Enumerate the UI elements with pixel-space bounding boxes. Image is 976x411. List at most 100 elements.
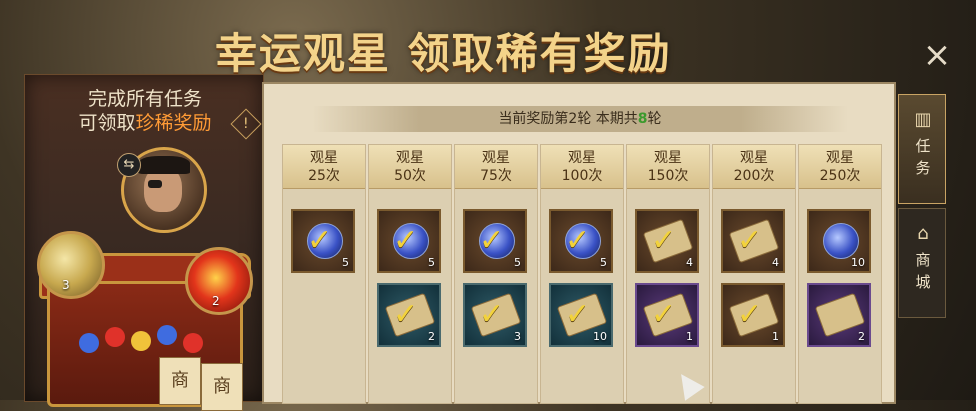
milestone-count: 75次 [480, 168, 512, 184]
reward-hint-line2: 可领取珍稀奖励 [45, 111, 245, 135]
reward-item[interactable]: ✓ 10 [549, 283, 613, 347]
check-icon: ✓ [479, 297, 505, 332]
gem-icon [131, 331, 151, 351]
milestone-label: 观星 [310, 150, 338, 166]
reward-item[interactable]: 10 [807, 209, 871, 273]
reward-hint-prefix: 可领取 [78, 112, 136, 134]
reward-item[interactable]: 2 [807, 283, 871, 347]
reward-quantity: 1 [686, 330, 693, 343]
check-icon: ✓ [393, 297, 419, 332]
gem-icon [183, 333, 203, 353]
check-icon: ✓ [479, 223, 505, 258]
milestone-header: 观星 200次 [713, 145, 795, 189]
milestone-count: 25次 [308, 168, 340, 184]
rare-reward-text: 珍稀奖励 [135, 112, 212, 134]
reward-quantity: 10 [851, 256, 865, 269]
exclamation-icon: ! [243, 116, 249, 132]
reward-quantity: 10 [593, 330, 607, 343]
reward-quantity: 3 [514, 330, 521, 343]
milestone-column: 观星 100次 ✓ 5 ✓ 10 [540, 144, 624, 404]
milestone-label: 观星 [482, 150, 510, 166]
milestone-count: 250次 [819, 168, 861, 184]
reward-quantity: 5 [514, 256, 521, 269]
tab-label: 任务 [915, 137, 931, 177]
milestone-label: 观星 [568, 150, 596, 166]
reward-preview-panel: 完成所有任务 可领取珍稀奖励 ! ⇆ 商 商 3 2 [24, 74, 264, 411]
reward-item[interactable]: ✓ 4 [721, 209, 785, 273]
milestone-column: 观星 75次 ✓ 5 ✓ 3 [454, 144, 538, 404]
milestone-header: 观星 25次 [283, 145, 365, 189]
reward-item[interactable]: ✓ 5 [463, 209, 527, 273]
round-info-suffix: 轮 [647, 111, 662, 127]
gold-orb-reward[interactable]: 3 [37, 231, 105, 299]
check-icon: ✓ [651, 223, 677, 258]
close-button[interactable]: × [922, 38, 952, 72]
milestone-column: 观星 250次 10 2 [798, 144, 882, 404]
milestone-header: 观星 150次 [627, 145, 709, 189]
reward-item[interactable]: ✓ 3 [463, 283, 527, 347]
milestone-label: 观星 [396, 150, 424, 166]
milestone-header: 观星 50次 [369, 145, 451, 189]
round-info-prefix: 当前奖励第2轮 本期共 [498, 111, 638, 127]
reward-hint: 完成所有任务 可领取珍稀奖励 [45, 87, 245, 135]
star-orb-icon [823, 223, 859, 259]
task-icon: ▥ [914, 109, 932, 130]
milestone-column: 观星 25次 ✓ 5 [282, 144, 366, 404]
check-icon: ✓ [737, 223, 763, 258]
reward-item[interactable]: ✓ 5 [291, 209, 355, 273]
milestone-count: 50次 [394, 168, 426, 184]
milestone-header: 观星 250次 [799, 145, 881, 189]
milestone-label: 观星 [826, 150, 854, 166]
reward-quantity: 2 [212, 294, 220, 308]
milestone-columns: 观星 25次 ✓ 5 观星 50次 ✓ 5 ✓ 2 观星 75次 ✓ 5 ✓ 3 观星 100次 ✓ 5 ✓ 10 观星 15… [282, 144, 882, 404]
gem-icon [105, 327, 125, 347]
check-icon: ✓ [307, 223, 333, 258]
reward-quantity: 5 [428, 256, 435, 269]
round-total: 8 [637, 111, 648, 127]
reward-item[interactable]: ✓ 2 [377, 283, 441, 347]
tab-label: 商城 [915, 251, 931, 291]
reward-item[interactable]: ✓ 4 [635, 209, 699, 273]
milestone-header: 观星 100次 [541, 145, 623, 189]
tab-task[interactable]: ▥ 任务 [898, 94, 946, 204]
reward-quantity: 3 [62, 278, 70, 292]
tab-shop[interactable]: ⌂ 商城 [898, 208, 946, 318]
reward-item[interactable]: ✓ 5 [377, 209, 441, 273]
reward-quantity: 5 [342, 256, 349, 269]
check-icon: ✓ [651, 297, 677, 332]
milestone-count: 100次 [561, 168, 603, 184]
close-icon: × [922, 35, 952, 75]
milestone-column: 观星 150次 ✓ 4 ✓ 1 [626, 144, 710, 404]
reward-quantity: 1 [772, 330, 779, 343]
eye-patch [148, 180, 162, 188]
shop-token-icon: 商 [201, 363, 243, 411]
event-title: 幸运观星 领取稀有奖励 [215, 29, 672, 78]
check-icon: ✓ [737, 297, 763, 332]
reward-quantity: 4 [686, 256, 693, 269]
event-title-banner: 幸运观星 领取稀有奖励 [0, 10, 976, 78]
check-icon: ✓ [565, 223, 591, 258]
reward-item[interactable]: ✓ 1 [721, 283, 785, 347]
gem-icon [157, 325, 177, 345]
round-info: 当前奖励第2轮 本期共8轮 [312, 106, 848, 132]
milestone-label: 观星 [654, 150, 682, 166]
milestone-column: 观星 50次 ✓ 5 ✓ 2 [368, 144, 452, 404]
milestone-rewards-panel: 当前奖励第2轮 本期共8轮 观星 25次 ✓ 5 观星 50次 ✓ 5 ✓ 2 观星 75次 ✓ 5 ✓ 3 观… [262, 82, 896, 404]
red-orb-reward[interactable]: 2 [185, 247, 253, 315]
reward-item[interactable]: ✓ 5 [549, 209, 613, 273]
check-icon: ✓ [565, 297, 591, 332]
milestone-count: 200次 [733, 168, 775, 184]
reward-hint-line1: 完成所有任务 [87, 88, 202, 110]
milestone-column: 观星 200次 ✓ 4 ✓ 1 [712, 144, 796, 404]
shop-token-icon: 商 [159, 357, 201, 405]
reward-quantity: 4 [772, 256, 779, 269]
reward-quantity: 5 [600, 256, 607, 269]
swap-icon[interactable]: ⇆ [117, 153, 141, 177]
milestone-header: 观星 75次 [455, 145, 537, 189]
shop-icon: ⌂ [917, 223, 929, 244]
milestone-count: 150次 [647, 168, 689, 184]
check-icon: ✓ [393, 223, 419, 258]
milestone-label: 观星 [740, 150, 768, 166]
gem-icon [79, 333, 99, 353]
reward-item[interactable]: ✓ 1 [635, 283, 699, 347]
